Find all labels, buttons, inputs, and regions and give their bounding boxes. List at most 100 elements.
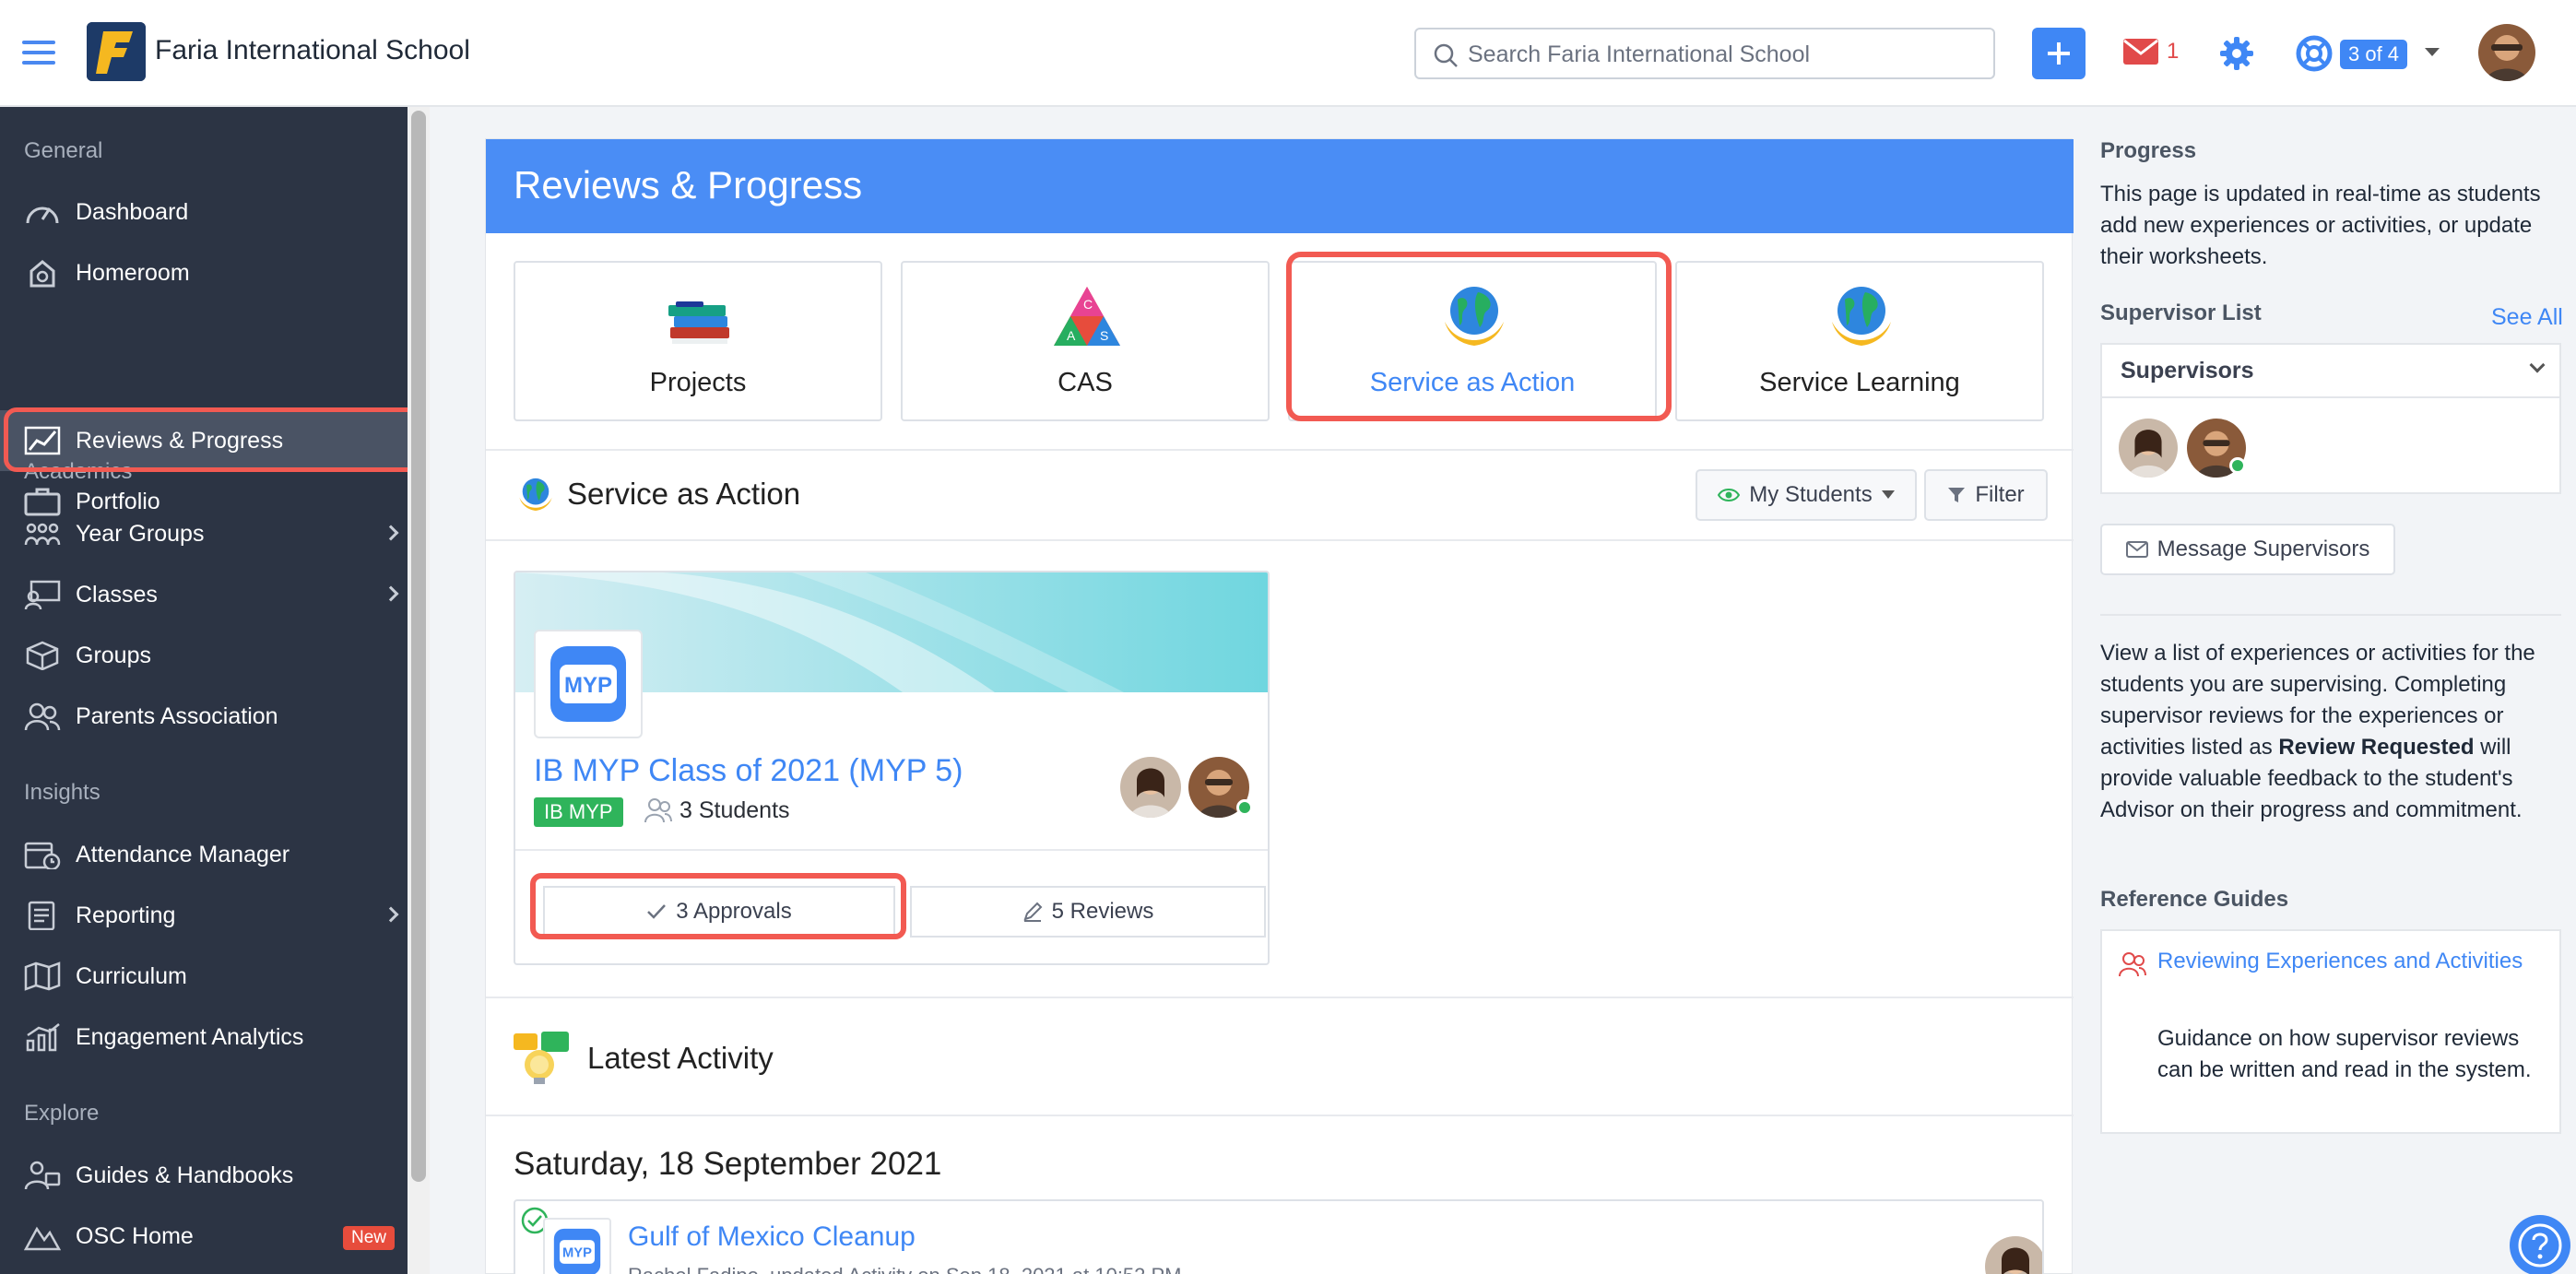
sidebar-item-engagement-analytics[interactable]: Engagement Analytics bbox=[0, 1007, 408, 1068]
sidebar-item-guides-handbooks[interactable]: Guides & Handbooks bbox=[0, 1145, 408, 1206]
my-students-dropdown[interactable]: My Students bbox=[1696, 469, 1917, 521]
guides-icon bbox=[24, 1161, 61, 1190]
mail-icon[interactable] bbox=[2122, 37, 2159, 66]
sidebar-item-label: Classes bbox=[76, 582, 158, 608]
sidebar-item-label: Homeroom bbox=[76, 260, 190, 286]
sidebar-item-curriculum[interactable]: Curriculum bbox=[0, 946, 408, 1007]
sidebar-item-attendance-manager[interactable]: Attendance Manager bbox=[0, 824, 408, 885]
tab-label: Service Learning bbox=[1759, 368, 1960, 397]
cube-icon bbox=[26, 641, 59, 670]
sidebar-item-classes[interactable]: Classes bbox=[0, 564, 408, 625]
sidebar-item-groups[interactable]: Groups bbox=[0, 625, 408, 686]
see-all-link[interactable]: See All bbox=[2491, 304, 2563, 331]
class-card[interactable]: MYP IB MYP Class of 2021 (MYP 5) IB MYP … bbox=[514, 571, 1270, 965]
filter-icon bbox=[1948, 488, 1966, 502]
plus-icon bbox=[2048, 42, 2070, 65]
lifering-icon[interactable] bbox=[2296, 35, 2333, 72]
sidebar-section-explore: Explore bbox=[24, 1101, 100, 1126]
sidebar-item-label: OSC Home bbox=[76, 1223, 194, 1249]
sidebar-item-label: Reporting bbox=[76, 902, 176, 928]
message-supervisors-button[interactable]: Message Supervisors bbox=[2100, 524, 2395, 575]
svg-text:C: C bbox=[1083, 297, 1093, 312]
pencil-icon bbox=[1023, 902, 1043, 922]
svg-text:MYP: MYP bbox=[562, 1246, 592, 1261]
homeroom-icon bbox=[30, 260, 55, 288]
map-icon bbox=[24, 961, 61, 991]
top-bar: Faria International School 1 3 of 4 bbox=[0, 0, 2576, 107]
sidebar-item-parents-association[interactable]: Parents Association bbox=[0, 686, 408, 747]
highlight-annotation bbox=[1286, 252, 1672, 421]
supervisors-toggle[interactable]: Supervisors bbox=[2102, 345, 2559, 398]
reviews-button[interactable]: 5 Reviews bbox=[910, 886, 1266, 938]
activity-card[interactable]: MYP Gulf of Mexico Cleanup Rachel Fadipe… bbox=[514, 1199, 2044, 1274]
right-panel: Progress This page is updated in real-ti… bbox=[2082, 107, 2576, 1274]
scrollbar-thumb[interactable] bbox=[411, 111, 426, 1182]
sidebar: General Dashboard Homeroom Reviews & Pro… bbox=[0, 107, 430, 1274]
report-icon bbox=[28, 901, 55, 930]
supervisors-label: Supervisors bbox=[2121, 358, 2254, 383]
sidebar-item-homeroom[interactable]: Homeroom bbox=[0, 242, 408, 303]
section-title: Service as Action bbox=[567, 477, 801, 511]
supervisors-panel: Supervisors bbox=[2100, 343, 2561, 494]
gear-icon[interactable] bbox=[2218, 35, 2255, 72]
lightbulb-chat-icon bbox=[514, 1032, 569, 1084]
hamburger-menu-icon[interactable] bbox=[22, 41, 55, 66]
programme-badge: IB MYP bbox=[534, 797, 623, 827]
chevron-right-icon bbox=[383, 906, 399, 923]
progress-heading: Progress bbox=[2100, 138, 2197, 163]
reference-guides-heading: Reference Guides bbox=[2100, 887, 2289, 912]
users-icon bbox=[24, 702, 61, 731]
filter-button[interactable]: Filter bbox=[1924, 469, 2048, 521]
page-banner: Reviews & Progress bbox=[486, 139, 2074, 233]
sidebar-item-label: Year Groups bbox=[76, 521, 205, 547]
class-name-link[interactable]: IB MYP Class of 2021 (MYP 5) bbox=[534, 753, 963, 789]
tab-cas[interactable]: CAS CAS bbox=[901, 261, 1270, 421]
cas-triangle-icon: C A S bbox=[1054, 287, 1120, 346]
sidebar-item-label: Dashboard bbox=[76, 199, 189, 225]
mountain-icon bbox=[24, 1226, 61, 1251]
sidebar-section-academics: Academics bbox=[24, 459, 133, 484]
dashboard-icon bbox=[26, 206, 59, 224]
calendar-clock-icon bbox=[24, 842, 61, 869]
myp-logo: MYP bbox=[534, 630, 643, 738]
school-logo[interactable] bbox=[87, 22, 146, 81]
new-badge: New bbox=[343, 1226, 396, 1250]
progress-text: This page is updated in real-time as stu… bbox=[2100, 182, 2541, 269]
sidebar-item-label: Guides & Handbooks bbox=[76, 1162, 294, 1188]
help-button[interactable] bbox=[2510, 1215, 2570, 1274]
reference-guide-description: Guidance on how supervisor reviews can b… bbox=[2157, 1026, 2532, 1082]
myp-logo: MYP bbox=[543, 1218, 611, 1274]
mail-count[interactable]: 1 bbox=[2167, 39, 2179, 65]
chevron-right-icon bbox=[383, 525, 399, 541]
year-groups-icon bbox=[24, 523, 61, 546]
add-button[interactable] bbox=[2032, 28, 2086, 79]
tab-projects[interactable]: Projects bbox=[514, 261, 882, 421]
sidebar-item-osc-home[interactable]: OSC Home New bbox=[0, 1206, 408, 1267]
eye-icon bbox=[1718, 489, 1741, 501]
chevron-down-icon[interactable] bbox=[2425, 48, 2440, 56]
sidebar-item-label: Engagement Analytics bbox=[76, 1024, 304, 1050]
activity-title-link[interactable]: Gulf of Mexico Cleanup bbox=[628, 1221, 916, 1253]
divider bbox=[486, 997, 2074, 998]
sidebar-item-reporting[interactable]: Reporting bbox=[0, 885, 408, 946]
envelope-icon bbox=[2125, 541, 2148, 558]
sidebar-item-label: Parents Association bbox=[76, 703, 278, 729]
school-name[interactable]: Faria International School bbox=[155, 35, 470, 66]
avatar bbox=[1985, 1236, 2042, 1274]
sidebar-item-dashboard[interactable]: Dashboard bbox=[0, 182, 408, 242]
reviews-label: 5 Reviews bbox=[1051, 899, 1154, 924]
divider bbox=[486, 449, 2074, 451]
sidebar-scrollbar[interactable] bbox=[408, 107, 430, 1274]
divider bbox=[2100, 614, 2561, 616]
reference-guide-link[interactable]: Reviewing Experiences and Activities bbox=[2157, 946, 2545, 977]
sidebar-item-year-groups[interactable]: Year Groups bbox=[0, 503, 408, 564]
pager-badge[interactable]: 3 of 4 bbox=[2340, 40, 2408, 69]
avatar[interactable] bbox=[2119, 419, 2178, 478]
search-input[interactable] bbox=[1468, 37, 1984, 72]
users-icon bbox=[2119, 952, 2146, 977]
tab-service-learning[interactable]: Service Learning bbox=[1675, 261, 2044, 421]
chevron-down-icon[interactable] bbox=[2529, 357, 2546, 373]
user-avatar[interactable] bbox=[2478, 24, 2535, 81]
tab-label: CAS bbox=[1058, 368, 1113, 397]
search-box[interactable] bbox=[1414, 28, 1995, 79]
